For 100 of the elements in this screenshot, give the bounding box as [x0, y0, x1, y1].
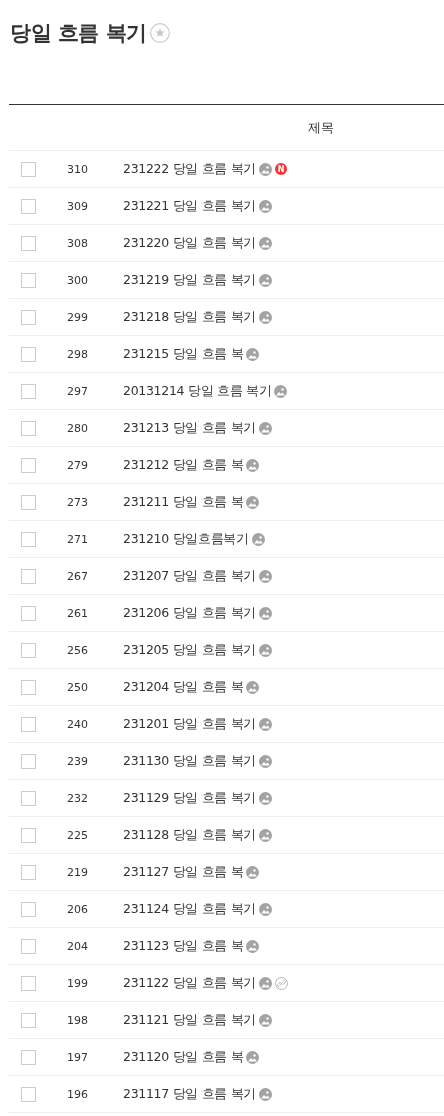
row-checkbox[interactable] [21, 1049, 36, 1065]
image-icon [259, 1087, 273, 1101]
row-checkbox[interactable] [21, 272, 36, 288]
image-icon [259, 310, 273, 324]
row-checkbox[interactable] [21, 864, 36, 880]
post-number: 225 [67, 828, 89, 842]
new-badge: N [275, 163, 288, 175]
column-header: 제목 [308, 118, 334, 137]
row-checkbox[interactable] [21, 642, 36, 658]
image-icon [246, 1050, 260, 1064]
image-icon [259, 236, 273, 250]
post-title-link[interactable]: 231221 당일 흐름 복기 [123, 197, 257, 215]
image-icon [259, 717, 273, 731]
post-title-link[interactable]: 231213 당일 흐름 복기 [123, 419, 257, 437]
row-checkbox[interactable] [21, 420, 36, 436]
row-checkbox[interactable] [21, 975, 36, 991]
post-number: 271 [67, 532, 89, 546]
post-number: 197 [67, 1050, 89, 1064]
post-title-link[interactable]: 231211 당일 흐름 복 [123, 493, 244, 511]
image-icon [259, 199, 273, 213]
post-title-link[interactable]: 231220 당일 흐름 복기 [123, 234, 257, 252]
post-number: 310 [67, 162, 89, 176]
post-title-link[interactable]: 231117 당일 흐름 복기 [123, 1085, 257, 1103]
post-title-link[interactable]: 231212 당일 흐름 복 [123, 456, 244, 474]
post-title-link[interactable]: 231121 당일 흐름 복기 [123, 1011, 257, 1029]
image-icon [246, 865, 260, 879]
post-number: 250 [67, 680, 89, 694]
post-number: 300 [67, 273, 89, 287]
post-title-link[interactable]: 231205 당일 흐름 복기 [123, 641, 257, 659]
post-title-link[interactable]: 231207 당일 흐름 복기 [123, 567, 257, 585]
row-checkbox[interactable] [21, 938, 36, 954]
post-title-link[interactable]: 231122 당일 흐름 복기 [123, 974, 257, 992]
post-title-link[interactable]: 231206 당일 흐름 복기 [123, 604, 257, 622]
image-icon [259, 162, 273, 176]
row-checkbox[interactable] [21, 198, 36, 214]
image-icon [259, 421, 273, 435]
post-title-link[interactable]: 231128 당일 흐름 복기 [123, 826, 257, 844]
row-checkbox[interactable] [21, 383, 36, 399]
row-checkbox[interactable] [21, 568, 36, 584]
post-number: 199 [67, 976, 89, 990]
post-number: 256 [67, 643, 89, 657]
row-checkbox[interactable] [21, 605, 36, 621]
row-checkbox[interactable] [21, 346, 36, 362]
image-icon [259, 606, 273, 620]
post-title-link[interactable]: 231130 당일 흐름 복기 [123, 752, 257, 770]
post-number: 279 [67, 458, 89, 472]
post-number: 240 [67, 717, 89, 731]
row-checkbox[interactable] [21, 753, 36, 769]
image-icon [246, 347, 260, 361]
post-title-link[interactable]: 20131214 당일 흐름 복기 [123, 382, 272, 400]
row-checkbox[interactable] [21, 457, 36, 473]
page-title: 당일 흐름 복기 [10, 20, 147, 47]
post-number: 204 [67, 939, 89, 953]
post-title-link[interactable]: 231201 당일 흐름 복기 [123, 715, 257, 733]
row-checkbox[interactable] [21, 827, 36, 843]
post-title-link[interactable]: 231129 당일 흐름 복기 [123, 789, 257, 807]
image-icon [259, 791, 273, 805]
post-number: 198 [67, 1013, 89, 1027]
image-icon [259, 273, 273, 287]
post-number: 298 [67, 347, 89, 361]
post-title-link[interactable]: 231218 당일 흐름 복기 [123, 308, 257, 326]
post-title-link[interactable]: 231120 당일 흐름 복 [123, 1048, 244, 1066]
post-number: 206 [67, 902, 89, 916]
image-icon [259, 828, 273, 842]
image-icon [274, 384, 288, 398]
image-icon [259, 569, 273, 583]
post-title-link[interactable]: 231210 당일흐름복기 [123, 530, 249, 548]
row-checkbox[interactable] [21, 679, 36, 695]
row-checkbox[interactable] [21, 901, 36, 917]
image-icon [246, 458, 260, 472]
image-icon [259, 754, 273, 768]
row-checkbox[interactable] [21, 531, 36, 547]
image-icon [259, 643, 273, 657]
post-number: 299 [67, 310, 89, 324]
post-title-link[interactable]: 231124 당일 흐름 복기 [123, 900, 257, 918]
post-number: 261 [67, 606, 89, 620]
row-checkbox[interactable] [21, 790, 36, 806]
row-checkbox[interactable] [21, 1012, 36, 1028]
image-icon [259, 902, 273, 916]
post-number: 196 [67, 1087, 89, 1101]
image-icon [259, 1013, 273, 1027]
post-title-link[interactable]: 231123 당일 흐름 복 [123, 937, 244, 955]
row-checkbox[interactable] [21, 235, 36, 251]
row-checkbox[interactable] [21, 1086, 36, 1102]
image-icon [251, 532, 265, 546]
image-icon [246, 939, 260, 953]
row-checkbox[interactable] [21, 161, 36, 177]
post-title-link[interactable]: 231219 당일 흐름 복기 [123, 271, 257, 289]
row-checkbox[interactable] [21, 494, 36, 510]
post-title-link[interactable]: 231204 당일 흐름 복 [123, 678, 244, 696]
image-icon [246, 495, 260, 509]
row-checkbox[interactable] [21, 716, 36, 732]
post-title-link[interactable]: 231215 당일 흐름 복 [123, 345, 244, 363]
post-title-link[interactable]: 231222 당일 흐름 복기 [123, 160, 257, 178]
row-checkbox[interactable] [21, 309, 36, 325]
post-title-link[interactable]: 231127 당일 흐름 복 [123, 863, 244, 881]
post-number: 239 [67, 754, 89, 768]
post-number: 267 [67, 569, 89, 583]
post-number: 219 [67, 865, 89, 879]
post-number: 309 [67, 199, 89, 213]
